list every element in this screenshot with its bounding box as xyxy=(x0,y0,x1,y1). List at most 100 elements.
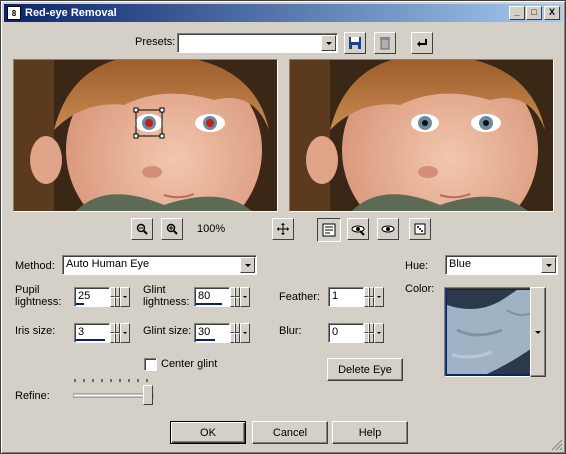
pupil-lightness-label-line2: lightness: xyxy=(15,296,62,308)
iris-size-level-bar xyxy=(76,339,105,341)
decrement-icon[interactable] xyxy=(230,297,240,307)
delete-preset-button[interactable] xyxy=(374,32,396,54)
floppy-icon xyxy=(349,37,361,49)
red-eye-removal-dialog: 8 Red-eye Removal _ □ X Presets: 100% Me… xyxy=(0,0,566,454)
ok-button[interactable]: OK xyxy=(170,421,246,444)
eye-icon xyxy=(381,225,395,233)
blur-label: Blur: xyxy=(279,325,302,337)
save-preset-button[interactable] xyxy=(344,32,366,54)
chevron-down-icon[interactable] xyxy=(321,35,336,51)
feather-stepper[interactable] xyxy=(364,287,374,307)
glint-lightness-label-line1: Glint xyxy=(143,284,166,296)
decrement-icon[interactable] xyxy=(110,297,120,307)
increment-icon[interactable] xyxy=(364,323,374,333)
title-bar-buttons: _ □ X xyxy=(508,6,560,20)
glint-lightness-label-line2: lightness: xyxy=(143,296,190,308)
presets-label: Presets: xyxy=(135,36,176,48)
randomize-button[interactable] xyxy=(409,218,431,240)
proof-button[interactable] xyxy=(317,218,341,242)
method-label: Method: xyxy=(15,260,55,272)
chevron-down-icon[interactable] xyxy=(374,287,384,307)
color-label: Color: xyxy=(405,283,435,295)
glint-size-spinner[interactable]: 30 xyxy=(194,323,250,343)
pupil-lightness-label: Pupil lightness: xyxy=(15,284,61,308)
hue-label: Hue: xyxy=(405,260,429,272)
iris-size-spinner[interactable]: 3 xyxy=(74,323,130,343)
refine-label: Refine: xyxy=(15,390,50,402)
before-preview[interactable] xyxy=(13,59,278,212)
trash-icon xyxy=(380,37,390,50)
refine-slider-thumb[interactable] xyxy=(143,385,153,405)
after-image xyxy=(290,60,553,211)
zoom-level: 100% xyxy=(197,223,226,235)
chevron-down-icon[interactable] xyxy=(120,287,130,307)
glint-size-level-bar xyxy=(196,339,215,341)
iris-texture-image xyxy=(447,290,543,374)
increment-icon[interactable] xyxy=(110,323,120,333)
pan-icon xyxy=(277,223,289,235)
eye-button[interactable] xyxy=(377,218,399,240)
zoom-in-button[interactable] xyxy=(161,218,183,240)
decrement-icon[interactable] xyxy=(110,333,120,343)
dice-icon xyxy=(414,223,426,235)
eye-tool-button[interactable] xyxy=(347,218,369,240)
glint-lightness-label: Glint lightness: xyxy=(143,284,189,308)
after-preview[interactable] xyxy=(289,59,554,212)
decrement-icon[interactable] xyxy=(364,333,374,343)
help-button[interactable]: Help xyxy=(332,421,408,444)
chevron-down-icon xyxy=(535,330,541,334)
glint-size-stepper[interactable] xyxy=(230,323,240,343)
cancel-button[interactable]: Cancel xyxy=(252,421,328,444)
feather-spinner[interactable]: 1 xyxy=(328,287,384,307)
glint-lightness-level-bar xyxy=(196,303,222,305)
pupil-lightness-spinner[interactable]: 25 xyxy=(74,287,130,307)
maximize-button[interactable]: □ xyxy=(526,6,542,20)
app-icon: 8 xyxy=(7,6,21,20)
pupil-lightness-stepper[interactable] xyxy=(110,287,120,307)
hue-dropdown[interactable]: Blue xyxy=(445,255,558,275)
center-glint-checkbox[interactable] xyxy=(144,358,157,371)
iris-size-stepper[interactable] xyxy=(110,323,120,343)
iris-color-swatch[interactable] xyxy=(444,287,544,377)
increment-icon[interactable] xyxy=(230,323,240,333)
color-dropdown-button[interactable] xyxy=(530,287,546,377)
reset-button[interactable] xyxy=(411,32,433,54)
pan-button[interactable] xyxy=(272,218,294,240)
before-image xyxy=(14,60,277,211)
zoom-out-button[interactable] xyxy=(131,218,153,240)
presets-dropdown[interactable] xyxy=(177,33,338,53)
glint-size-label: Glint size: xyxy=(143,325,192,337)
undo-arrow-icon xyxy=(417,39,427,47)
glint-lightness-spinner[interactable]: 80 xyxy=(194,287,250,307)
eye-tool-icon xyxy=(351,225,365,236)
increment-icon[interactable] xyxy=(364,287,374,297)
delete-eye-button[interactable]: Delete Eye xyxy=(327,358,403,381)
decrement-icon[interactable] xyxy=(230,333,240,343)
zoom-out-icon xyxy=(136,223,148,235)
pupil-lightness-level-bar xyxy=(76,303,84,305)
decrement-icon[interactable] xyxy=(364,297,374,307)
zoom-in-icon xyxy=(166,223,178,235)
chevron-down-icon[interactable] xyxy=(541,257,556,273)
feather-value[interactable]: 1 xyxy=(328,287,364,307)
chevron-down-icon[interactable] xyxy=(240,257,255,273)
blur-spinner[interactable]: 0 xyxy=(328,323,384,343)
chevron-down-icon[interactable] xyxy=(240,287,250,307)
increment-icon[interactable] xyxy=(110,287,120,297)
blur-stepper[interactable] xyxy=(364,323,374,343)
increment-icon[interactable] xyxy=(230,287,240,297)
resize-grip-icon[interactable] xyxy=(551,439,563,451)
minimize-button[interactable]: _ xyxy=(509,6,525,20)
title-bar: 8 Red-eye Removal _ □ X xyxy=(4,4,562,22)
glint-lightness-stepper[interactable] xyxy=(230,287,240,307)
close-button[interactable]: X xyxy=(544,6,560,20)
proof-icon xyxy=(322,223,336,237)
refine-slider[interactable] xyxy=(72,379,155,405)
window-title: Red-eye Removal xyxy=(25,7,117,19)
chevron-down-icon[interactable] xyxy=(240,323,250,343)
chevron-down-icon[interactable] xyxy=(120,323,130,343)
method-dropdown[interactable]: Auto Human Eye xyxy=(62,255,257,275)
chevron-down-icon[interactable] xyxy=(374,323,384,343)
blur-value[interactable]: 0 xyxy=(328,323,364,343)
center-glint-label[interactable]: Center glint xyxy=(161,358,217,370)
